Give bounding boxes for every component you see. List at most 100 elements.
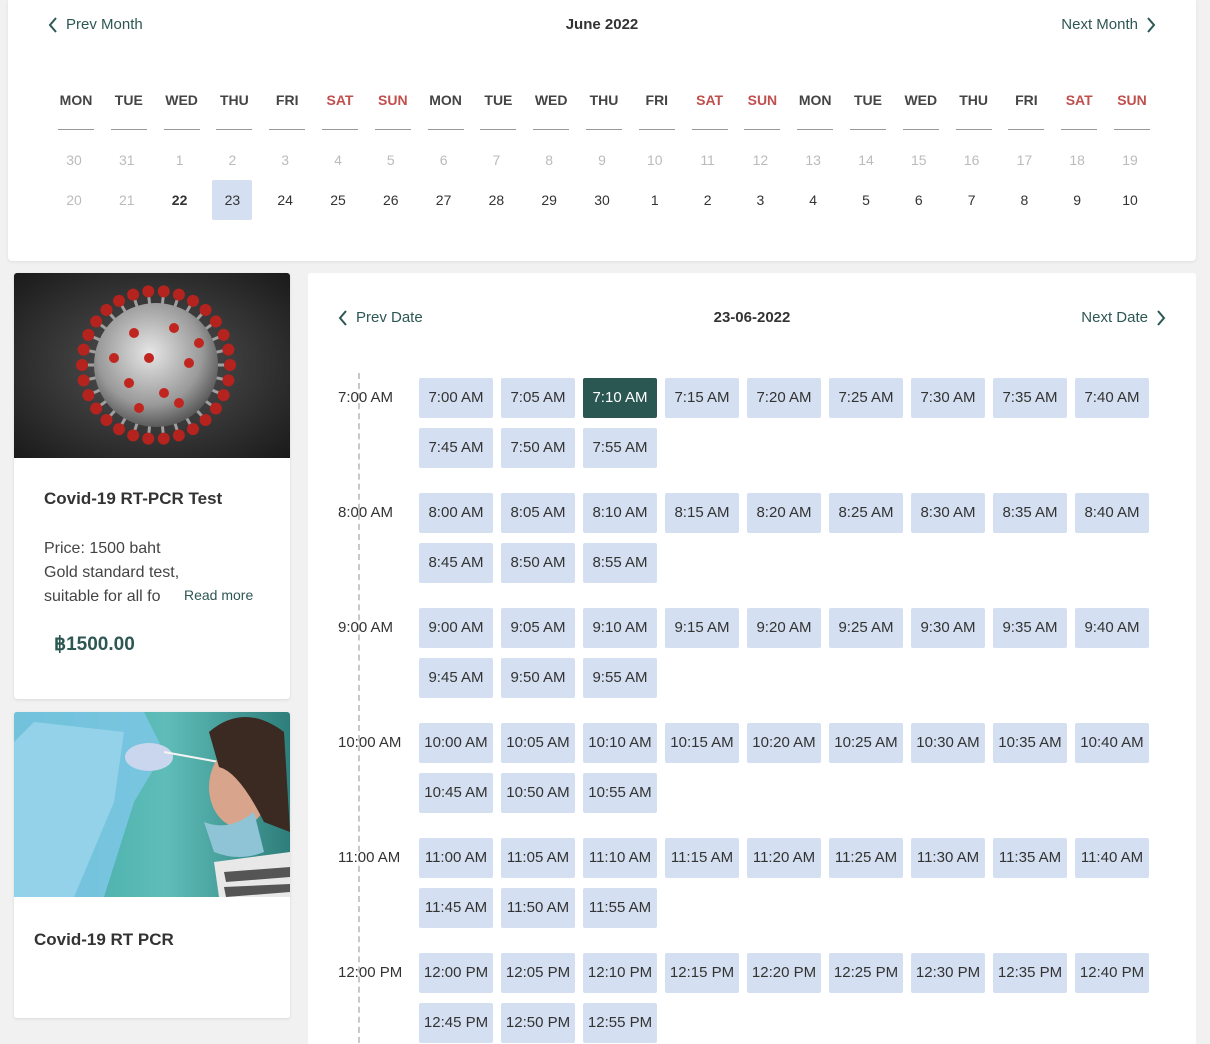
time-slot-button[interactable]: 11:40 AM	[1075, 838, 1149, 878]
calendar-day[interactable]: 3	[740, 180, 780, 220]
time-slot-button[interactable]: 7:25 AM	[829, 378, 903, 418]
time-slot-button[interactable]: 8:45 AM	[419, 543, 493, 583]
time-slot-button[interactable]: 11:20 AM	[747, 838, 821, 878]
time-slot-button[interactable]: 11:05 AM	[501, 838, 575, 878]
time-slot-button[interactable]: 12:25 PM	[829, 953, 903, 993]
calendar-day[interactable]: 24	[265, 180, 305, 220]
time-slot-button[interactable]: 8:35 AM	[993, 493, 1067, 533]
calendar-day[interactable]: 8	[1004, 180, 1044, 220]
time-slot-button[interactable]: 12:45 PM	[419, 1003, 493, 1043]
time-slot-button[interactable]: 7:10 AM	[583, 378, 657, 418]
calendar-day[interactable]: 29	[529, 180, 569, 220]
time-slot-button[interactable]: 7:55 AM	[583, 428, 657, 468]
calendar-day[interactable]: 6	[899, 180, 939, 220]
calendar-day[interactable]: 28	[476, 180, 516, 220]
time-slot-button[interactable]: 8:00 AM	[419, 493, 493, 533]
time-slot-button[interactable]: 9:10 AM	[583, 608, 657, 648]
calendar-day[interactable]: 7	[952, 180, 992, 220]
time-slot-button[interactable]: 8:15 AM	[665, 493, 739, 533]
time-slot-button[interactable]: 11:55 AM	[583, 888, 657, 928]
time-slot-button[interactable]: 10:30 AM	[911, 723, 985, 763]
time-slot-button[interactable]: 10:20 AM	[747, 723, 821, 763]
time-slot-button[interactable]: 12:50 PM	[501, 1003, 575, 1043]
time-slot-button[interactable]: 10:15 AM	[665, 723, 739, 763]
time-slot-button[interactable]: 12:40 PM	[1075, 953, 1149, 993]
time-slot-button[interactable]: 10:05 AM	[501, 723, 575, 763]
time-slot-button[interactable]: 9:20 AM	[747, 608, 821, 648]
time-slot-button[interactable]: 7:05 AM	[501, 378, 575, 418]
time-slot-button[interactable]: 10:50 AM	[501, 773, 575, 813]
time-slot-button[interactable]: 10:10 AM	[583, 723, 657, 763]
time-slot-button[interactable]: 7:35 AM	[993, 378, 1067, 418]
weekday-underline	[1061, 129, 1098, 130]
calendar-day[interactable]: 22	[160, 180, 200, 220]
time-slot-button[interactable]: 8:05 AM	[501, 493, 575, 533]
next-month-button[interactable]: Next Month	[1061, 16, 1156, 33]
calendar-day[interactable]: 1	[635, 180, 675, 220]
calendar-day[interactable]: 5	[846, 180, 886, 220]
time-slot-button[interactable]: 12:05 PM	[501, 953, 575, 993]
time-slot-button[interactable]: 9:00 AM	[419, 608, 493, 648]
time-slot-button[interactable]: 12:30 PM	[911, 953, 985, 993]
time-slot-button[interactable]: 11:25 AM	[829, 838, 903, 878]
time-slot-button[interactable]: 9:15 AM	[665, 608, 739, 648]
time-slot-button[interactable]: 11:30 AM	[911, 838, 985, 878]
service-card[interactable]: Covid-19 RT-PCR Test Price: 1500 baht Go…	[14, 273, 290, 699]
time-slot-button[interactable]: 7:30 AM	[911, 378, 985, 418]
time-slot-button[interactable]: 10:55 AM	[583, 773, 657, 813]
time-slots-card: Prev Date 23-06-2022 Next Date 7:00 AM 7:…	[308, 273, 1196, 1044]
time-slot-button[interactable]: 11:35 AM	[993, 838, 1067, 878]
time-slot-button[interactable]: 12:00 PM	[419, 953, 493, 993]
time-slot-button[interactable]: 7:20 AM	[747, 378, 821, 418]
time-slot-button[interactable]: 8:50 AM	[501, 543, 575, 583]
time-slot-button[interactable]: 12:15 PM	[665, 953, 739, 993]
calendar-day[interactable]: 4	[793, 180, 833, 220]
calendar-day[interactable]: 25	[318, 180, 358, 220]
time-slot-button[interactable]: 12:55 PM	[583, 1003, 657, 1043]
time-slot-button[interactable]: 9:35 AM	[993, 608, 1067, 648]
time-slot-button[interactable]: 10:00 AM	[419, 723, 493, 763]
next-date-button[interactable]: Next Date	[1081, 309, 1166, 326]
time-slot-button[interactable]: 9:30 AM	[911, 608, 985, 648]
calendar-day[interactable]: 2	[688, 180, 728, 220]
calendar-day[interactable]: 23	[212, 180, 253, 220]
time-slot-button[interactable]: 11:10 AM	[583, 838, 657, 878]
time-slot-button[interactable]: 9:50 AM	[501, 658, 575, 698]
time-slot-button[interactable]: 10:35 AM	[993, 723, 1067, 763]
time-slot-button[interactable]: 9:25 AM	[829, 608, 903, 648]
calendar-day[interactable]: 30	[582, 180, 622, 220]
weekday-label: THU	[220, 92, 249, 108]
time-slot-button[interactable]: 10:45 AM	[419, 773, 493, 813]
time-slot-button[interactable]: 8:20 AM	[747, 493, 821, 533]
time-slot-button[interactable]: 7:45 AM	[419, 428, 493, 468]
service-card[interactable]: Covid-19 RT PCR	[14, 712, 290, 1018]
time-slot-button[interactable]: 10:25 AM	[829, 723, 903, 763]
calendar-day[interactable]: 26	[371, 180, 411, 220]
time-slot-button[interactable]: 7:00 AM	[419, 378, 493, 418]
read-more-link[interactable]: Read more	[180, 587, 254, 603]
time-slot-button[interactable]: 9:55 AM	[583, 658, 657, 698]
time-slot-button[interactable]: 8:55 AM	[583, 543, 657, 583]
time-slot-button[interactable]: 12:35 PM	[993, 953, 1067, 993]
time-slot-button[interactable]: 10:40 AM	[1075, 723, 1149, 763]
time-slot-button[interactable]: 11:15 AM	[665, 838, 739, 878]
time-slot-button[interactable]: 11:45 AM	[419, 888, 493, 928]
calendar-day[interactable]: 9	[1057, 180, 1097, 220]
time-slot-button[interactable]: 8:40 AM	[1075, 493, 1149, 533]
weekday-label: THU	[589, 92, 619, 108]
time-slot-button[interactable]: 12:10 PM	[583, 953, 657, 993]
time-slot-button[interactable]: 9:45 AM	[419, 658, 493, 698]
time-slot-button[interactable]: 11:50 AM	[501, 888, 575, 928]
time-slot-button[interactable]: 8:25 AM	[829, 493, 903, 533]
time-slot-button[interactable]: 7:50 AM	[501, 428, 575, 468]
time-slot-button[interactable]: 12:20 PM	[747, 953, 821, 993]
calendar-day[interactable]: 10	[1110, 180, 1150, 220]
time-slot-button[interactable]: 9:05 AM	[501, 608, 575, 648]
time-slot-button[interactable]: 7:15 AM	[665, 378, 739, 418]
time-slot-button[interactable]: 8:10 AM	[583, 493, 657, 533]
time-slot-button[interactable]: 11:00 AM	[419, 838, 493, 878]
time-slot-button[interactable]: 7:40 AM	[1075, 378, 1149, 418]
calendar-day[interactable]: 27	[424, 180, 464, 220]
time-slot-button[interactable]: 8:30 AM	[911, 493, 985, 533]
time-slot-button[interactable]: 9:40 AM	[1075, 608, 1149, 648]
